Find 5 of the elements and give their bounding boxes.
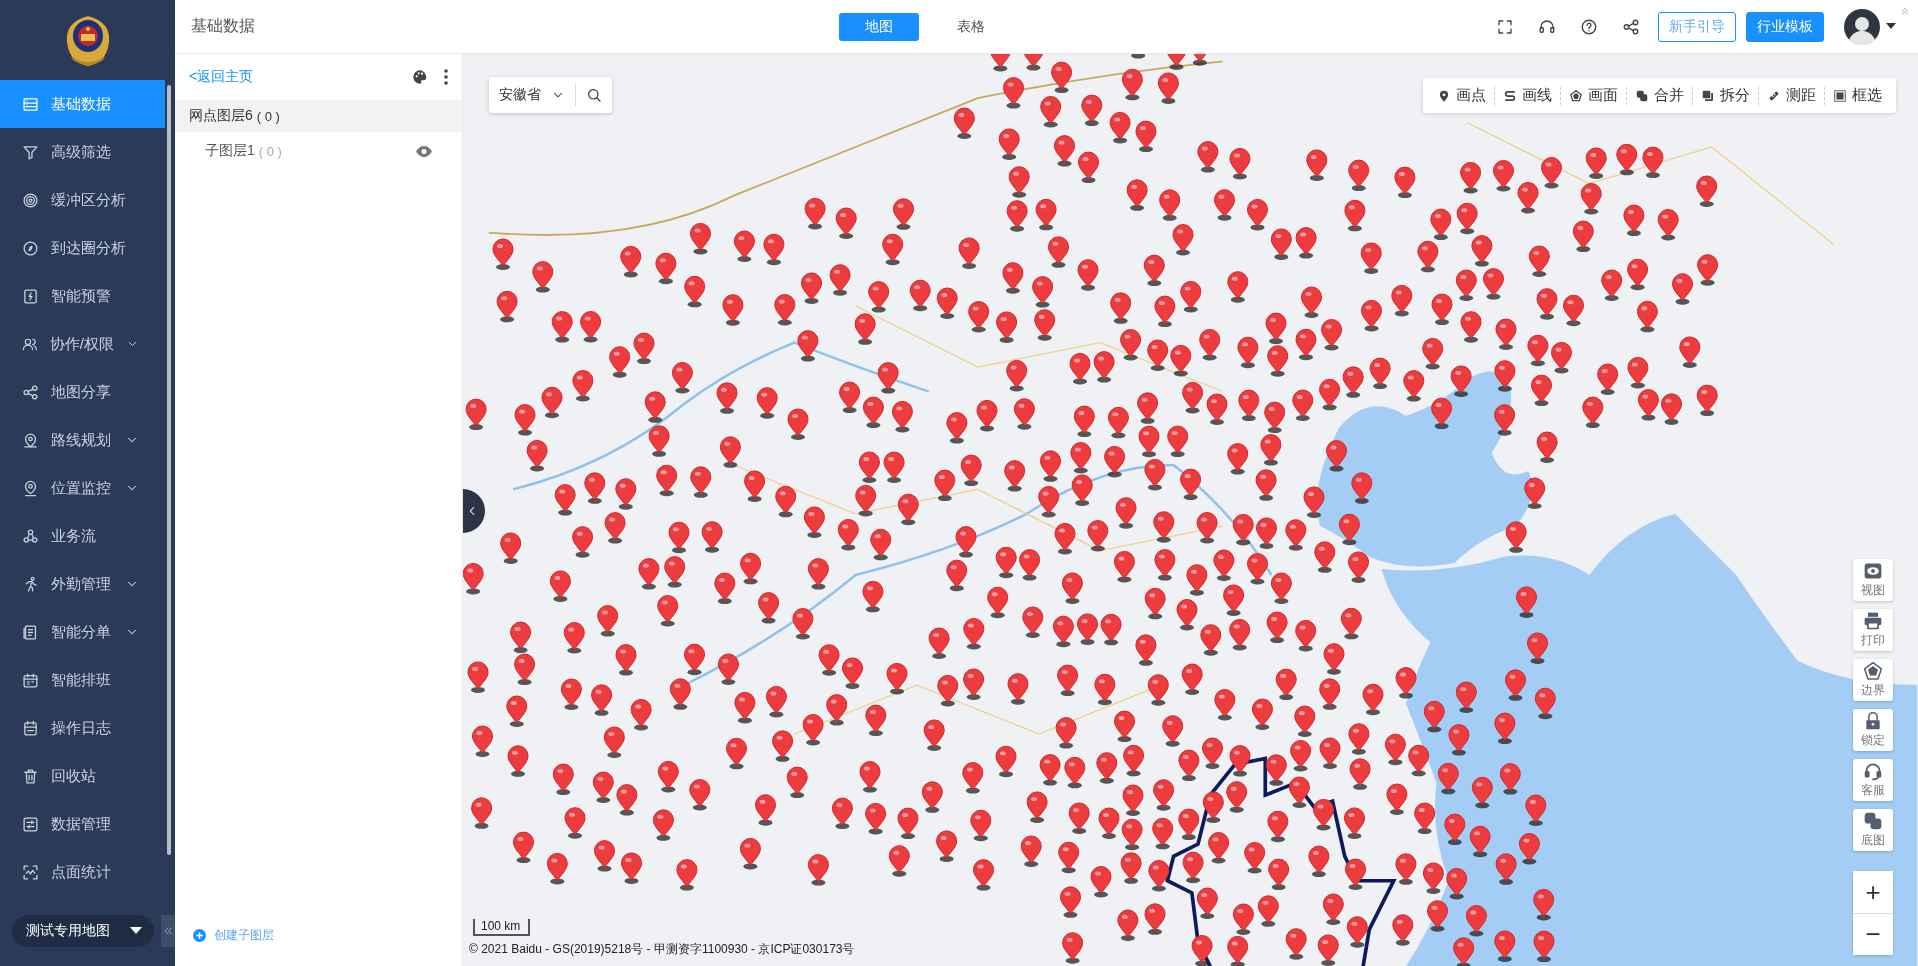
layer-count: ( 0 ) [256, 108, 280, 124]
layer-count: ( 0 ) [258, 143, 282, 159]
map-scale: 100 km [473, 919, 531, 936]
map-copyright: © 2021 Baidu - GS(2019)5218号 - 甲测资字1100930 - 京ICP证030173号 [469, 941, 855, 958]
page-title: 基础数据 [191, 16, 256, 36]
